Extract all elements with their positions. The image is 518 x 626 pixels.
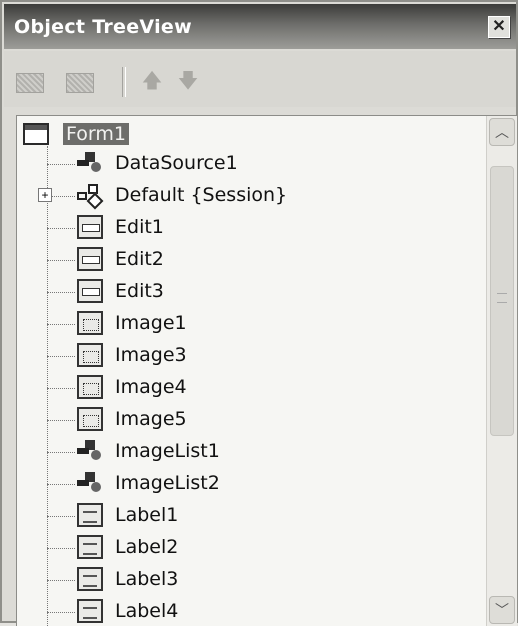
tree-item[interactable]: ImageList1 xyxy=(47,436,427,468)
scroll-thumb[interactable] xyxy=(490,166,514,436)
image-icon xyxy=(77,375,103,399)
tree-item-label: Label4 xyxy=(115,600,179,622)
tree-branch-line xyxy=(47,324,75,325)
edit-icon xyxy=(77,279,103,303)
component-icon-part xyxy=(77,448,89,454)
remove-object-icon xyxy=(66,73,94,93)
tree-item[interactable]: ImageList2 xyxy=(47,468,427,500)
tree-item[interactable]: Edit3 xyxy=(47,276,427,308)
label-icon xyxy=(77,599,103,623)
object-tree[interactable]: Form1 DataSource1 + Default {Session} Edit1… xyxy=(16,115,517,626)
component-icon-part xyxy=(91,482,101,492)
session-icon-part xyxy=(77,192,87,200)
component-icon xyxy=(77,471,103,495)
form-icon xyxy=(23,123,49,145)
tree-item-label: Label2 xyxy=(115,536,179,558)
tree-item[interactable]: Image5 xyxy=(47,404,427,436)
component-icon-part xyxy=(77,160,89,166)
tree-item-label: Image5 xyxy=(115,408,187,430)
component-icon-part xyxy=(91,162,101,172)
scroll-up-button[interactable]: ︿ xyxy=(489,118,515,146)
image-icon xyxy=(77,407,103,431)
tree-item[interactable]: DataSource1 xyxy=(47,148,427,180)
tree-branch-line xyxy=(47,612,75,613)
tree-root-node[interactable]: Form1 xyxy=(17,120,177,148)
tree-item[interactable]: Label4 xyxy=(47,596,427,626)
tree-item-label: Edit3 xyxy=(115,280,164,302)
session-icon-part xyxy=(88,184,98,194)
tree-item[interactable]: Label3 xyxy=(47,564,427,596)
label-icon xyxy=(77,567,103,591)
tree-branch-line xyxy=(47,516,75,517)
add-object-icon xyxy=(16,73,44,93)
tree-branch-line xyxy=(47,260,75,261)
label-icon xyxy=(77,503,103,527)
tree-item-label: ImageList2 xyxy=(115,472,220,494)
toolbar-separator xyxy=(122,67,126,97)
remove-object-button[interactable] xyxy=(64,69,94,95)
expand-toggle[interactable]: + xyxy=(38,188,52,202)
session-icon xyxy=(77,183,104,210)
tree-item[interactable]: + Default {Session} xyxy=(38,180,427,212)
add-object-button[interactable] xyxy=(14,69,44,95)
image-icon xyxy=(77,343,103,367)
tree-item-label: Default {Session} xyxy=(115,184,288,206)
edit-icon xyxy=(77,215,103,239)
tree-branch-line xyxy=(47,420,75,421)
edit-icon xyxy=(77,247,103,271)
label-icon xyxy=(77,535,103,559)
tree-branch-line xyxy=(47,580,75,581)
component-icon xyxy=(77,151,103,175)
tree-item-label: ImageList1 xyxy=(115,440,220,462)
tree-item-label: Edit1 xyxy=(115,216,164,238)
image-icon xyxy=(77,311,103,335)
title-bar[interactable]: Object TreeView ✕ xyxy=(4,4,516,49)
tree-branch-line xyxy=(47,548,75,549)
tree-root-label: Form1 xyxy=(63,123,129,145)
tree-branch-line xyxy=(47,484,75,485)
tree-item[interactable]: Image1 xyxy=(47,308,427,340)
tree-item[interactable]: Label2 xyxy=(47,532,427,564)
scroll-down-button[interactable]: ﹀ xyxy=(489,596,515,624)
tree-branch-line xyxy=(47,292,75,293)
tree-item[interactable]: Label1 xyxy=(47,500,427,532)
tree-branch-line xyxy=(47,228,75,229)
tree-item[interactable]: Edit2 xyxy=(47,244,427,276)
tree-branch-line xyxy=(47,356,75,357)
tree-item-label: Image3 xyxy=(115,344,187,366)
tree-item-label: Label1 xyxy=(115,504,179,526)
tree-item-label: Image1 xyxy=(115,312,187,334)
tree-item-label: Label3 xyxy=(115,568,179,590)
component-icon-part xyxy=(77,480,89,486)
component-icon xyxy=(77,439,103,463)
tree-branch-line xyxy=(47,164,75,165)
tree-item[interactable]: Edit1 xyxy=(47,212,427,244)
toolbar: 🡅 🡇 xyxy=(4,51,516,107)
window-title: Object TreeView xyxy=(14,16,192,38)
close-button[interactable]: ✕ xyxy=(488,16,510,38)
session-icon-part xyxy=(86,192,104,210)
tree-item[interactable]: Image3 xyxy=(47,340,427,372)
tree-item-label: Image4 xyxy=(115,376,187,398)
component-icon-part xyxy=(91,450,101,460)
tree-item-label: Edit2 xyxy=(115,248,164,270)
move-down-button[interactable]: 🡇 xyxy=(176,69,200,93)
tree-item-label: DataSource1 xyxy=(115,152,238,174)
object-treeview-window: Object TreeView ✕ 🡅 🡇 Form1 DataSource1 +… xyxy=(0,0,518,626)
move-up-button[interactable]: 🡅 xyxy=(140,69,164,93)
tree-item[interactable]: Image4 xyxy=(47,372,427,404)
vertical-scrollbar[interactable]: ︿ ﹀ xyxy=(486,116,517,626)
tree-branch-line xyxy=(47,452,75,453)
tree-branch-line xyxy=(47,388,75,389)
